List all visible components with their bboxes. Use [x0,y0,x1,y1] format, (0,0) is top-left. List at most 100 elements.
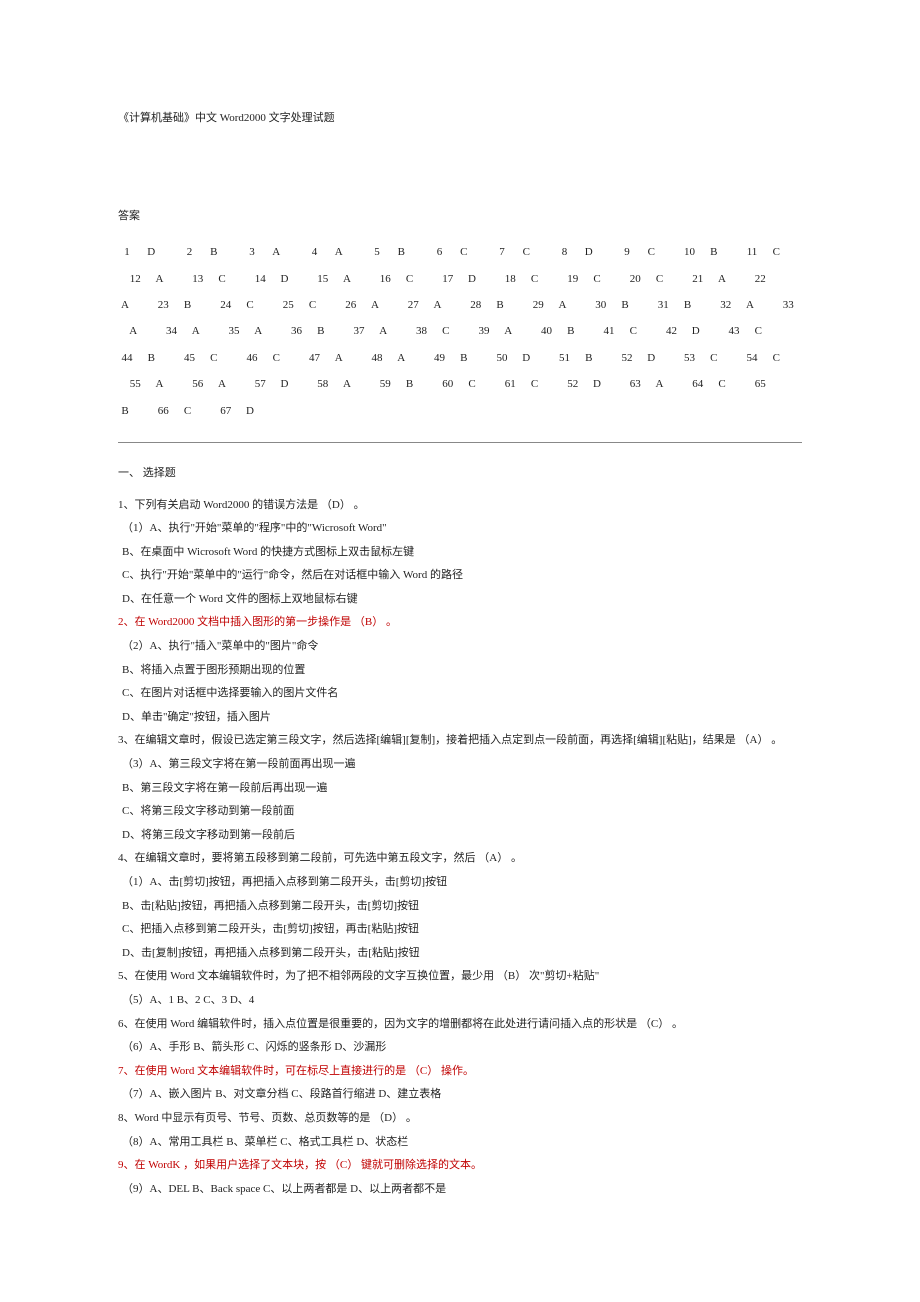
answer-letter: C [653,266,667,292]
divider [118,442,802,443]
answer-number: 64 [689,371,707,397]
answer-letter: A [153,371,167,397]
question-3-option-b: B、第三段文字将在第一段前后再出现一遍 [122,780,802,798]
doc-title: 《计算机基础》中文 Word2000 文字处理试题 [118,110,802,128]
answer-letter: A [501,318,515,344]
answer-number: 54 [743,345,761,371]
question-9-options: （9）A、DEL B、Back space C、以上两者都是 D、以上两者都不是 [122,1181,802,1199]
question-7-stem: 7、在使用 Word 文本编辑软件时，可在标尽上直接进行的是 （C） 操作。 [118,1063,802,1081]
question-3-option-a: （3）A、第三段文字将在第一段前面再出现一遍 [122,756,802,774]
answer-number: 49 [431,345,449,371]
question-1-option-c: C、执行"开始"菜单中的"运行"命令，然后在对话框中输入 Word 的路径 [122,567,802,585]
answer-letter: A [118,292,132,318]
answer-number: 38 [413,318,431,344]
answer-number: 23 [154,292,172,318]
question-1-stem: 1、下列有关启动 Word2000 的错误方法是 （D） 。 [118,497,802,515]
answer-letter: C [207,345,221,371]
answer-number: 1 [118,239,136,265]
answer-number: 50 [493,345,511,371]
question-4-stem: 4、在编辑文章时，要将第五段移到第二段前，可先选中第五段文字，然后 （A） 。 [118,850,802,868]
answer-number: 42 [663,318,681,344]
answer-letter: B [707,239,721,265]
answer-number: 29 [529,292,547,318]
answer-letter: A [394,345,408,371]
answer-letter: C [181,398,195,424]
answer-number: 2 [181,239,199,265]
answer-number: 3 [243,239,261,265]
question-6-stem: 6、在使用 Word 编辑软件时，插入点位置是很重要的，因为文字的增删都将在此处… [118,1016,802,1034]
question-2-option-b: B、将插入点置于图形预期出现的位置 [122,662,802,680]
answer-letter: C [457,239,471,265]
answer-letter: B [582,345,596,371]
answer-number: 33 [779,292,797,318]
answer-number: 31 [654,292,672,318]
answer-letter: C [528,266,542,292]
answer-number: 40 [538,318,556,344]
answer-letter: A [368,292,382,318]
answer-letter: B [181,292,195,318]
question-2-option-c: C、在图片对话框中选择要输入的图片文件名 [122,685,802,703]
answer-number: 34 [163,318,181,344]
answer-number: 67 [217,398,235,424]
answer-letter: C [306,292,320,318]
answer-number: 61 [501,371,519,397]
question-3-option-d: D、将第三段文字移动到第一段前后 [122,827,802,845]
answer-number: 41 [600,318,618,344]
answer-letter: C [715,371,729,397]
question-4-option-c: C、把插入点移到第二段开头，击[剪切]按钮，再击[粘贴]按钮 [122,921,802,939]
answer-letter: A [332,239,346,265]
answer-number: 56 [189,371,207,397]
answer-letter: C [644,239,658,265]
answer-number: 35 [225,318,243,344]
answer-letter: D [278,371,292,397]
answer-number: 48 [368,345,386,371]
question-3-stem: 3、在编辑文章时，假设已选定第三段文字，然后选择[编辑][复制]，接着把插入点定… [118,732,802,750]
answer-number: 63 [626,371,644,397]
answer-letter: B [493,292,507,318]
question-4-option-a: （1）A、击[剪切]按钮，再把插入点移到第二段开头，击[剪切]按钮 [122,874,802,892]
answer-letter: D [689,318,703,344]
answer-letter: A [215,371,229,397]
answer-number: 6 [431,239,449,265]
answer-number: 37 [350,318,368,344]
answer-letter: D [278,266,292,292]
answer-letter: C [528,371,542,397]
answer-number: 25 [279,292,297,318]
question-6-options: （6）A、手形 B、箭头形 C、闪烁的竖条形 D、沙漏形 [122,1039,802,1057]
answer-number: 43 [725,318,743,344]
answer-letter: D [582,239,596,265]
answer-number: 19 [564,266,582,292]
answer-letter: A [340,266,354,292]
question-8-stem: 8、Word 中显示有页号、节号、页数、总页数等的是 （D） 。 [118,1110,802,1128]
answer-number: 22 [751,266,769,292]
answer-number: 53 [681,345,699,371]
answer-number: 28 [467,292,485,318]
answer-number: 14 [251,266,269,292]
answer-letter: C [243,292,257,318]
answer-number: 7 [493,239,511,265]
answer-letter: A [189,318,203,344]
answer-letter: D [590,371,604,397]
question-4-option-d: D、击[复制]按钮，再把插入点移到第二段开头，击[粘贴]按钮 [122,945,802,963]
answer-letter: A [340,371,354,397]
answer-letter: B [403,371,417,397]
answer-letter: C [269,345,283,371]
answer-number: 5 [368,239,386,265]
answer-number: 47 [306,345,324,371]
answers-heading: 答案 [118,208,802,226]
answer-letter: C [403,266,417,292]
answer-letter: B [314,318,328,344]
answer-letter: B [207,239,221,265]
answer-number: 60 [439,371,457,397]
answer-letter: A [715,266,729,292]
answer-letter: B [618,292,632,318]
answer-letter: C [465,371,479,397]
answer-letter: A [743,292,757,318]
answer-number: 20 [626,266,644,292]
answer-number: 21 [689,266,707,292]
answer-number: 17 [439,266,457,292]
question-5-stem: 5、在使用 Word 文本编辑软件时，为了把不相邻两段的文字互换位置，最少用 （… [118,968,802,986]
answer-number: 16 [376,266,394,292]
answer-number: 18 [501,266,519,292]
question-1-option-b: B、在桌面中 Wicrosoft Word 的快捷方式图标上双击鼠标左键 [122,544,802,562]
